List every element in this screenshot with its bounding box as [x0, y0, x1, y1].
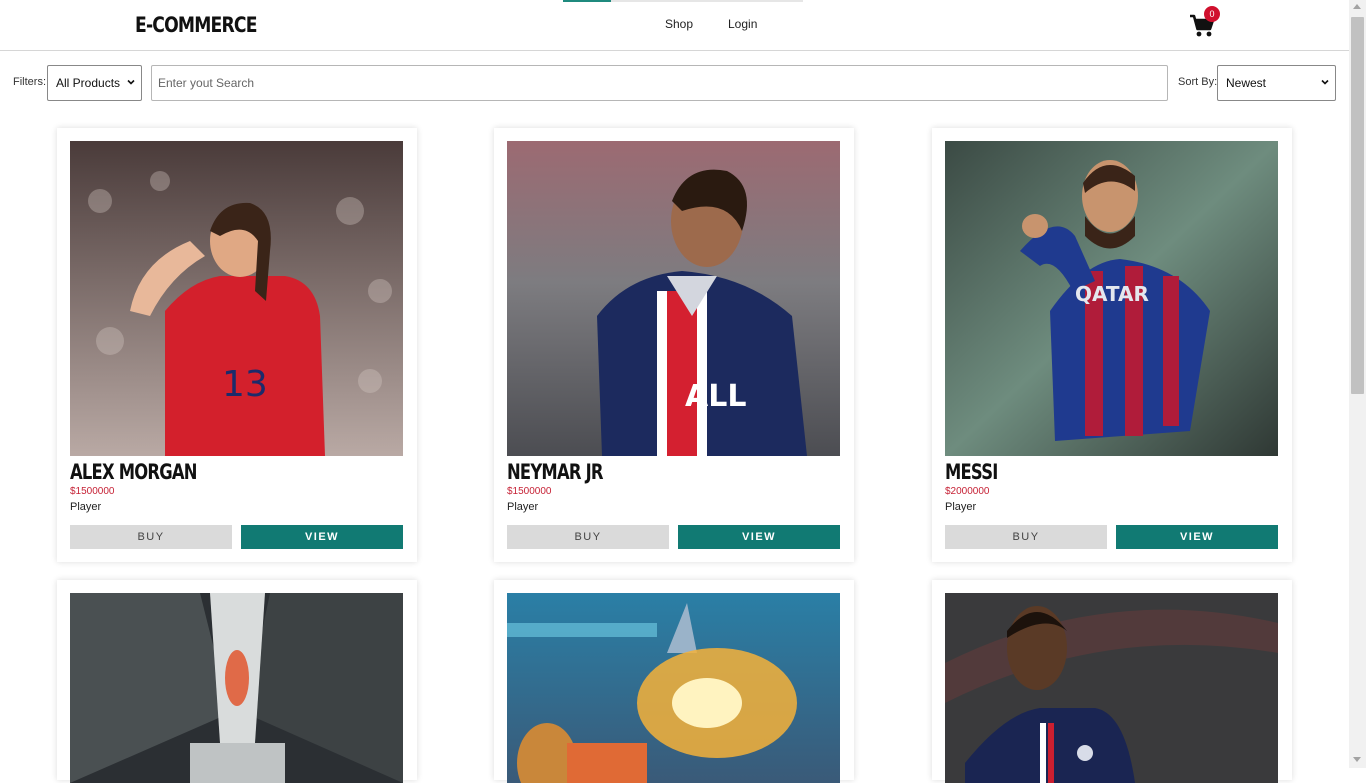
scroll-down-arrow-icon[interactable]	[1353, 757, 1361, 762]
product-price: $1500000	[507, 486, 552, 497]
view-button[interactable]: VIEW	[1116, 525, 1278, 549]
game-art-photo	[507, 593, 840, 783]
product-card	[57, 580, 417, 783]
product-card: 13 ALEX MORGAN $1500000 Player BUY VIEW	[57, 128, 417, 562]
view-button[interactable]: VIEW	[678, 525, 840, 549]
player-photo: QATAR	[945, 141, 1278, 456]
sort-select[interactable]: Newest	[1217, 65, 1336, 101]
svg-text:13: 13	[222, 364, 268, 405]
nav-shop-link[interactable]: Shop	[665, 17, 693, 31]
buy-button[interactable]: BUY	[507, 525, 669, 549]
product-card	[932, 580, 1292, 783]
sort-label: Sort By:	[1178, 76, 1218, 88]
buy-button[interactable]: BUY	[70, 525, 232, 549]
product-image[interactable]: QATAR	[945, 141, 1278, 456]
product-category: Player	[945, 501, 977, 513]
scrollbar-thumb[interactable]	[1351, 17, 1364, 394]
svg-text:QATAR: QATAR	[1075, 282, 1149, 306]
cart-button[interactable]: 0	[1189, 6, 1220, 38]
page-scrollbar[interactable]	[1349, 0, 1366, 768]
filters-label: Filters:	[13, 76, 46, 88]
cart-count-badge: 0	[1204, 6, 1220, 22]
site-logo[interactable]: E-COMMERCE	[135, 13, 258, 37]
product-image[interactable]: 13	[70, 141, 403, 456]
product-card	[494, 580, 854, 783]
buy-button[interactable]: BUY	[945, 525, 1107, 549]
product-category: Player	[70, 501, 102, 513]
product-name[interactable]: NEYMAR JR	[507, 460, 604, 484]
product-card: ALL NEYMAR JR $1500000 Player BUY VIEW	[494, 128, 854, 562]
nav-login-link[interactable]: Login	[728, 17, 757, 31]
product-card: QATAR MESSI $2000000 Player BUY VIEW	[932, 128, 1292, 562]
filter-select[interactable]: All Products	[47, 65, 142, 101]
product-category: Player	[507, 501, 539, 513]
site-header: E-COMMERCE Shop Login 0	[0, 0, 1349, 51]
product-name[interactable]: ALEX MORGAN	[70, 460, 198, 484]
product-price: $2000000	[945, 486, 990, 497]
product-image[interactable]	[945, 593, 1278, 783]
product-image[interactable]: ALL	[507, 141, 840, 456]
product-image[interactable]	[70, 593, 403, 783]
view-button[interactable]: VIEW	[241, 525, 403, 549]
player-photo: 13	[70, 141, 403, 456]
filter-selected-value: All Products	[56, 76, 121, 90]
player-photo	[945, 593, 1278, 783]
product-image[interactable]	[507, 593, 840, 783]
player-photo: ALL	[507, 141, 840, 456]
scroll-up-arrow-icon[interactable]	[1353, 4, 1361, 9]
product-name[interactable]: MESSI	[945, 460, 998, 484]
svg-text:ALL: ALL	[685, 379, 746, 414]
nav-indicator	[563, 0, 803, 2]
chevron-down-icon	[1321, 79, 1329, 85]
sort-selected-value: Newest	[1226, 76, 1267, 90]
nav-active-indicator	[563, 0, 611, 2]
product-price: $1500000	[70, 486, 115, 497]
game-art-photo	[70, 593, 403, 783]
chevron-down-icon	[127, 79, 135, 85]
search-input[interactable]	[151, 65, 1168, 101]
